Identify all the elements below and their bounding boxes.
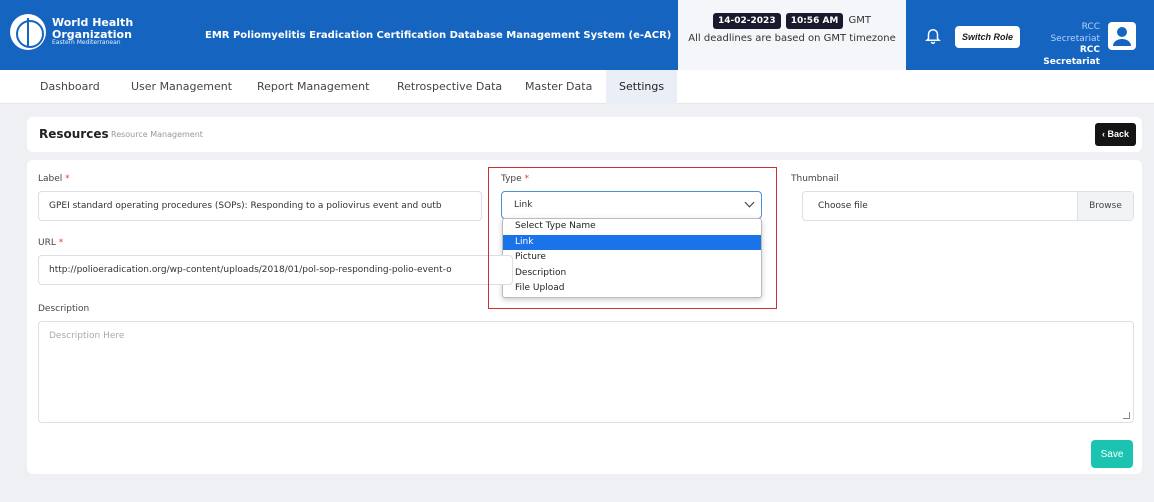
nav-settings[interactable]: Settings bbox=[606, 70, 678, 104]
notification-bell-icon[interactable] bbox=[924, 26, 942, 44]
label-field-label-text: Label bbox=[38, 174, 63, 184]
thumbnail-label: Thumbnail bbox=[791, 174, 839, 184]
who-emblem-icon bbox=[10, 14, 46, 50]
back-button[interactable]: ‹ Back bbox=[1094, 123, 1136, 146]
deadline-note: All deadlines are based on GMT timezone bbox=[688, 33, 896, 44]
description-placeholder: Description Here bbox=[49, 331, 125, 341]
label-input[interactable]: GPEI standard operating procedures (SOPs… bbox=[38, 191, 482, 221]
save-button[interactable]: Save bbox=[1091, 440, 1133, 468]
user-icon bbox=[1113, 27, 1131, 46]
type-option-description[interactable]: Description bbox=[503, 266, 761, 282]
back-label: Back bbox=[1107, 129, 1129, 139]
url-field-label: URL * bbox=[38, 238, 63, 248]
chevron-down-icon bbox=[744, 197, 755, 208]
url-input[interactable]: http://polioeradication.org/wp-content/u… bbox=[38, 255, 513, 285]
resources-header-card: Resources Resource Management ‹ Back bbox=[27, 117, 1142, 152]
label-field-label: Label * bbox=[38, 174, 70, 184]
required-mark: * bbox=[524, 174, 530, 184]
thumbnail-placeholder: Choose file bbox=[818, 201, 868, 211]
nav-user-management[interactable]: User Management bbox=[118, 70, 245, 104]
type-option-file-upload[interactable]: File Upload bbox=[503, 281, 761, 297]
date-time-block: 14-02-2023 10:56 AM GMT All deadlines ar… bbox=[678, 0, 906, 70]
time-badge: 10:56 AM bbox=[785, 13, 844, 29]
thumbnail-file-input[interactable]: Choose file Browse bbox=[802, 191, 1134, 221]
app-title: EMR Poliomyelitis Eradication Certificat… bbox=[205, 30, 672, 41]
org-line3: Eastern Mediterranean bbox=[52, 39, 121, 47]
type-select[interactable]: Link bbox=[501, 191, 762, 219]
required-mark: * bbox=[58, 238, 64, 248]
type-select-value: Link bbox=[514, 200, 533, 210]
type-field-label: Type * bbox=[501, 174, 529, 184]
date-badge: 14-02-2023 bbox=[713, 13, 781, 29]
resource-form-card: Label * GPEI standard operating procedur… bbox=[27, 160, 1142, 474]
nav-retrospective-data[interactable]: Retrospective Data bbox=[384, 70, 515, 104]
type-field-label-text: Type bbox=[501, 174, 522, 184]
timezone-label: GMT bbox=[848, 15, 871, 26]
type-options-list: Select Type Name Link Picture Descriptio… bbox=[502, 218, 762, 298]
org-name: World Health Organization Eastern Medite… bbox=[52, 17, 133, 46]
current-role: RCC Secretariat RCC Secretariat bbox=[1030, 22, 1100, 69]
browse-button[interactable]: Browse bbox=[1077, 192, 1133, 220]
resize-handle-icon[interactable] bbox=[1123, 412, 1130, 419]
type-option-link[interactable]: Link bbox=[503, 234, 761, 250]
role-line2: RCC Secretariat bbox=[1043, 45, 1100, 68]
user-avatar[interactable] bbox=[1108, 22, 1136, 50]
description-label: Description bbox=[38, 304, 90, 314]
top-header: World Health Organization Eastern Medite… bbox=[0, 0, 1154, 70]
nav-report-management[interactable]: Report Management bbox=[244, 70, 382, 104]
role-line1: RCC Secretariat bbox=[1050, 22, 1100, 44]
page-title: Resources bbox=[39, 127, 109, 141]
main-nav: Dashboard User Management Report Managem… bbox=[0, 70, 1154, 104]
switch-role-button[interactable]: Switch Role bbox=[955, 26, 1021, 48]
nav-master-data[interactable]: Master Data bbox=[512, 70, 605, 104]
url-field-label-text: URL bbox=[38, 238, 56, 248]
nav-dashboard[interactable]: Dashboard bbox=[27, 70, 113, 104]
who-logo[interactable]: World Health Organization Eastern Medite… bbox=[10, 12, 140, 52]
required-mark: * bbox=[65, 174, 70, 184]
type-option-select-type-name[interactable]: Select Type Name bbox=[503, 219, 761, 235]
page-subtitle: Resource Management bbox=[111, 130, 203, 139]
description-textarea[interactable]: Description Here bbox=[38, 321, 1134, 423]
type-option-picture[interactable]: Picture bbox=[503, 250, 761, 266]
